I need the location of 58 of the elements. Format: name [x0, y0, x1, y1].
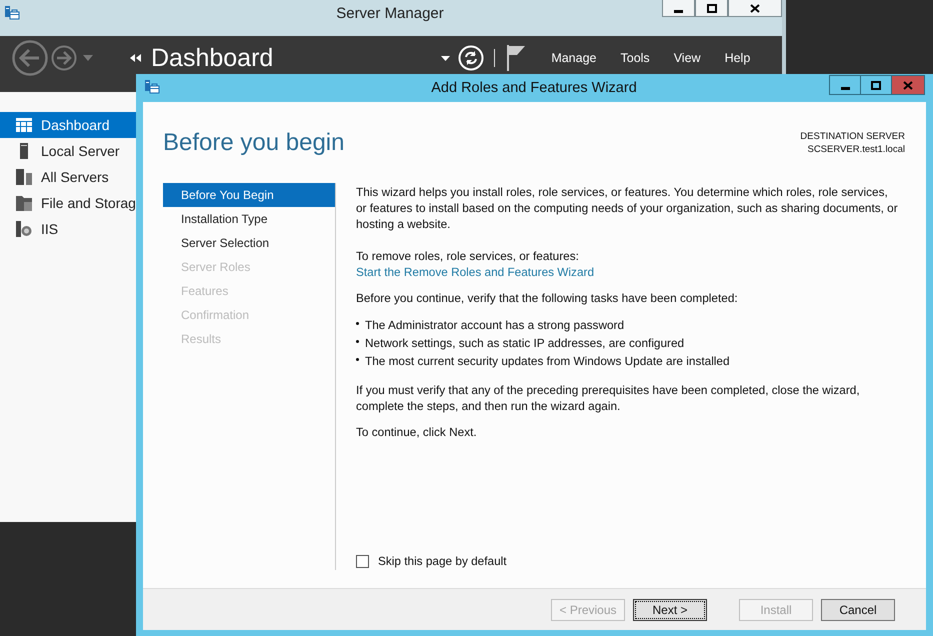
sidebar-item[interactable]: Local Server: [0, 138, 136, 164]
bullet-text: Network settings, such as static IP addresses, are configured: [365, 335, 684, 351]
destination-label: DESTINATION SERVER: [800, 130, 905, 143]
flag-icon[interactable]: [507, 45, 526, 71]
folder-icon: [16, 195, 32, 211]
maximize-icon: [706, 4, 716, 12]
server-icon: [20, 143, 28, 159]
close-button[interactable]: [728, 0, 782, 17]
checkbox-label[interactable]: Skip this page by default: [378, 553, 507, 569]
minimize-button[interactable]: [829, 75, 861, 95]
maximize-button[interactable]: [695, 0, 728, 17]
verify-text: Before you continue, verify that the following tasks have been completed:: [356, 290, 739, 306]
window-title: Add Roles and Features Wizard: [431, 80, 637, 96]
forward-icon[interactable]: [51, 45, 77, 71]
remove-text: To remove roles, role services, or features:: [356, 248, 580, 264]
skip-checkbox[interactable]: [356, 554, 369, 568]
bullet-text: The most current security updates from Windows Update are installed: [365, 353, 730, 369]
continue-text: To continue, click Next.: [356, 424, 478, 440]
double-chevron-icon[interactable]: [130, 54, 142, 62]
close-icon: [750, 4, 760, 12]
page-heading: Before you begin: [163, 129, 344, 158]
menu-item[interactable]: View: [662, 51, 713, 65]
wizard-step[interactable]: Installation Type: [163, 207, 335, 231]
menu-item[interactable]: Tools: [608, 51, 662, 65]
minimize-button[interactable]: [662, 0, 695, 17]
menu-item[interactable]: Manage: [539, 51, 608, 65]
globe-server-icon: [16, 221, 32, 237]
bullet-icon: [356, 340, 359, 343]
minimize-icon: [840, 86, 850, 90]
bullet-icon: [356, 358, 359, 361]
sidebar-item[interactable]: All Servers: [0, 164, 136, 190]
wizard-button[interactable]: Next >: [633, 598, 707, 620]
bullet-text: The Administrator account has a strong password: [365, 317, 624, 333]
sidebar-item[interactable]: IIS: [0, 216, 136, 242]
wizard-step[interactable]: Before You Begin: [163, 183, 335, 207]
caret-icon[interactable]: [441, 56, 450, 60]
intro-text: This wizard helps you install roles, role services, or features. You determine which roles, role services, or features to install based on the computing needs of your organization, such as sharing documents, or hosting a website.: [356, 184, 899, 232]
refresh-icon[interactable]: [458, 45, 484, 71]
prerequisite-text: If you must verify that any of the preceding prerequisites have been completed, close the wizard, complete the steps, and then run the wizard again.: [356, 382, 861, 414]
maximize-icon: [871, 80, 881, 90]
back-icon[interactable]: [12, 40, 48, 76]
app-icon: [4, 5, 20, 21]
bullet-icon: [356, 322, 359, 325]
app-icon: [144, 79, 160, 95]
sidebar-item[interactable]: File and Storag: [0, 190, 136, 216]
servers-icon: [16, 169, 32, 185]
minimize-icon: [674, 10, 683, 12]
sidebar-item[interactable]: Dashboard: [0, 112, 136, 138]
maximize-button[interactable]: [860, 75, 892, 95]
menu-item[interactable]: Help: [712, 51, 762, 65]
wizard-step[interactable]: Server Selection: [163, 231, 335, 255]
window-title: Server Manager: [336, 5, 444, 22]
remove-wizard-link[interactable]: Start the Remove Roles and Features Wizard: [356, 265, 594, 279]
breadcrumb-title: Dashboard: [151, 44, 274, 72]
grid-icon: [16, 118, 32, 132]
wizard-button[interactable]: Cancel: [821, 598, 895, 620]
destination-server: SCSERVER.test1.local: [806, 143, 905, 156]
close-icon: [903, 80, 913, 90]
